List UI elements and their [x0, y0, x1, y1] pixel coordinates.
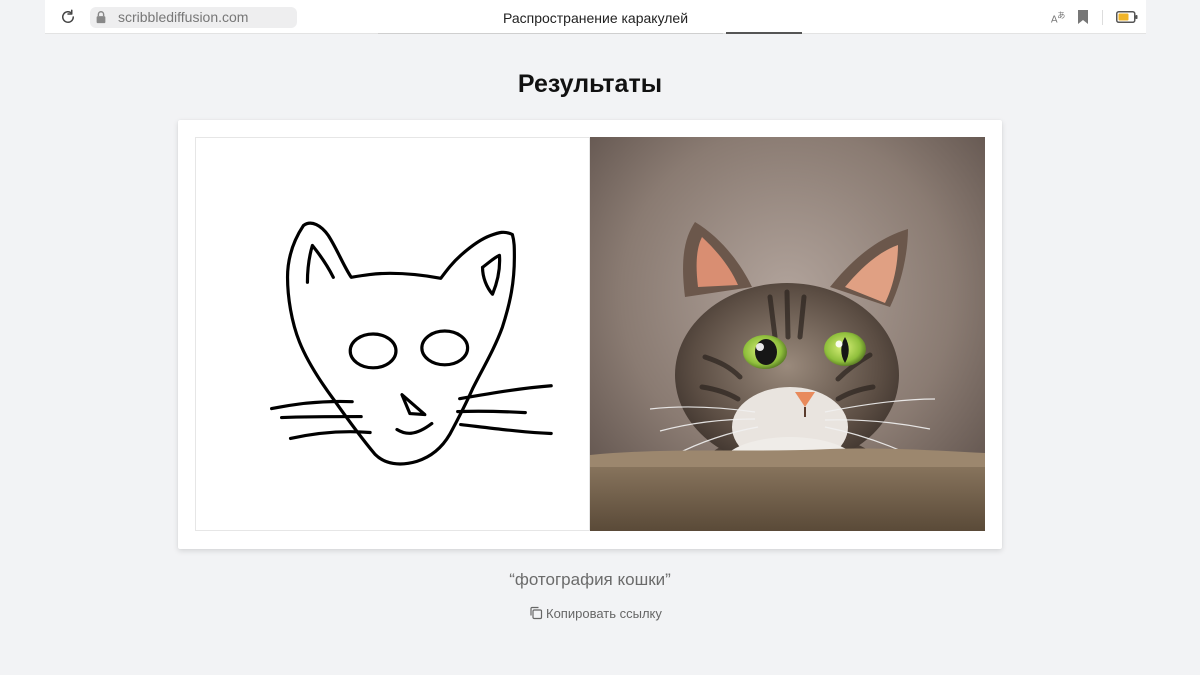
toolbar-separator: [1102, 10, 1103, 25]
scribble-image: [195, 137, 590, 531]
page-title: Результаты: [517, 70, 663, 98]
tab-divider: [378, 33, 723, 34]
results-card: [178, 120, 1002, 549]
browser-toolbar: scribblediffusion.com Распространение ка…: [45, 0, 1146, 34]
translate-icon[interactable]: A あ: [1050, 9, 1068, 27]
generated-cat-photo: [590, 137, 985, 531]
prompt-caption: “фотография кошки”: [509, 570, 671, 589]
copy-icon: [530, 606, 543, 620]
svg-text:あ: あ: [1057, 10, 1065, 20]
copy-link-button[interactable]: Копировать ссылку: [529, 604, 662, 622]
battery-icon: [1116, 11, 1138, 23]
copy-link-label: Копировать ссылку: [546, 605, 662, 621]
bookmark-icon[interactable]: [1076, 9, 1090, 25]
active-tab-indicator: [726, 32, 802, 34]
tab-title: Распространение каракулей: [502, 10, 689, 26]
